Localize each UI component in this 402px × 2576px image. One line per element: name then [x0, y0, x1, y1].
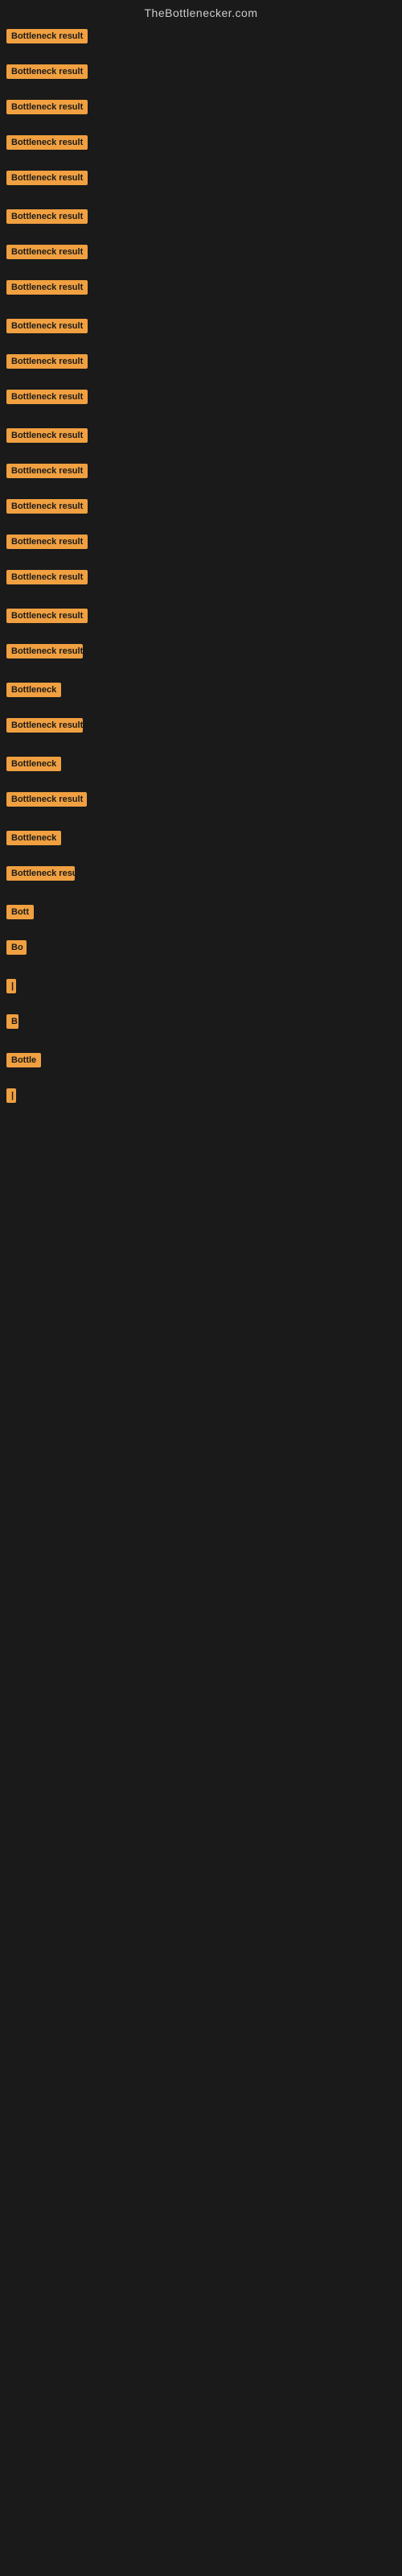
list-item: Bottleneck result [3, 787, 399, 824]
list-item: Bottleneck result [3, 60, 399, 93]
list-item: Bottleneck result [3, 713, 399, 750]
list-item: Bo [3, 935, 399, 972]
list-item: Bottleneck result [3, 24, 399, 58]
list-item: Bottleneck result [3, 459, 399, 493]
list-item: Bottleneck result [3, 861, 399, 898]
bottleneck-result-badge[interactable]: Bottleneck result [6, 792, 87, 807]
list-item: Bottleneck [3, 826, 399, 860]
list-item: Bottleneck result [3, 204, 399, 238]
list-item: Bott [3, 900, 399, 934]
bottleneck-result-badge[interactable]: Bottleneck result [6, 171, 88, 185]
bottleneck-result-badge[interactable]: Bottleneck result [6, 64, 88, 79]
list-item: Bottleneck result [3, 349, 399, 383]
bottleneck-result-badge[interactable]: Bottleneck result [6, 644, 83, 658]
list-item: Bottleneck result [3, 423, 399, 457]
list-item: Bottleneck result [3, 565, 399, 602]
list-item: Bottleneck result [3, 130, 399, 164]
list-item: Bottleneck result [3, 604, 399, 638]
bottleneck-result-badge[interactable]: Bottleneck result [6, 866, 75, 881]
bottleneck-result-badge[interactable]: Bottleneck result [6, 464, 88, 478]
bottleneck-result-badge[interactable]: | [6, 1088, 16, 1103]
bottleneck-result-badge[interactable]: Bottleneck [6, 757, 61, 771]
bottleneck-result-badge[interactable]: Bottleneck result [6, 570, 88, 584]
bottleneck-result-badge[interactable]: | [6, 979, 16, 993]
bottleneck-result-badge[interactable]: Bottleneck result [6, 535, 88, 549]
bottleneck-result-badge[interactable]: Bottleneck result [6, 428, 88, 443]
list-item: Bottleneck result [3, 275, 399, 312]
list-item: Bottleneck [3, 752, 399, 786]
list-item: Bottleneck result [3, 314, 399, 348]
items-container: Bottleneck result Bottleneck result Bottle… [0, 24, 402, 1121]
list-item: B [3, 1009, 399, 1046]
list-item: Bottle [3, 1048, 399, 1082]
bottleneck-result-badge[interactable]: Bottleneck result [6, 100, 88, 114]
bottleneck-result-badge[interactable]: Bottleneck result [6, 609, 88, 623]
list-item: Bottleneck result [3, 166, 399, 203]
bottleneck-result-badge[interactable]: Bottleneck result [6, 390, 88, 404]
bottleneck-result-badge[interactable]: Bottleneck result [6, 209, 88, 224]
list-item: Bottleneck result [3, 385, 399, 422]
bottleneck-result-badge[interactable]: Bott [6, 905, 34, 919]
bottleneck-result-badge[interactable]: Bottleneck result [6, 499, 88, 514]
list-item: | [3, 1084, 399, 1121]
bottleneck-result-badge[interactable]: Bottleneck result [6, 718, 83, 733]
list-item: Bottleneck [3, 678, 399, 712]
bottleneck-result-badge[interactable]: Bottleneck [6, 831, 61, 845]
bottleneck-result-badge[interactable]: Bottleneck result [6, 280, 88, 295]
bottleneck-result-badge[interactable]: B [6, 1014, 18, 1029]
list-item: Bottleneck result [3, 530, 399, 564]
bottleneck-result-badge[interactable]: Bottleneck result [6, 245, 88, 259]
bottleneck-result-badge[interactable]: Bo [6, 940, 27, 955]
bottleneck-result-badge[interactable]: Bottleneck result [6, 354, 88, 369]
list-item: Bottleneck result [3, 494, 399, 528]
list-item: Bottleneck result [3, 240, 399, 274]
bottleneck-result-badge[interactable]: Bottleneck result [6, 29, 88, 43]
bottleneck-result-badge[interactable]: Bottleneck result [6, 135, 88, 150]
bottleneck-result-badge[interactable]: Bottle [6, 1053, 41, 1067]
bottleneck-result-badge[interactable]: Bottleneck [6, 683, 61, 697]
site-title: TheBottlenecker.com [0, 0, 402, 23]
list-item: | [3, 974, 399, 1008]
bottleneck-result-badge[interactable]: Bottleneck result [6, 319, 88, 333]
list-item: Bottleneck result [3, 95, 399, 129]
list-item: Bottleneck result [3, 639, 399, 676]
